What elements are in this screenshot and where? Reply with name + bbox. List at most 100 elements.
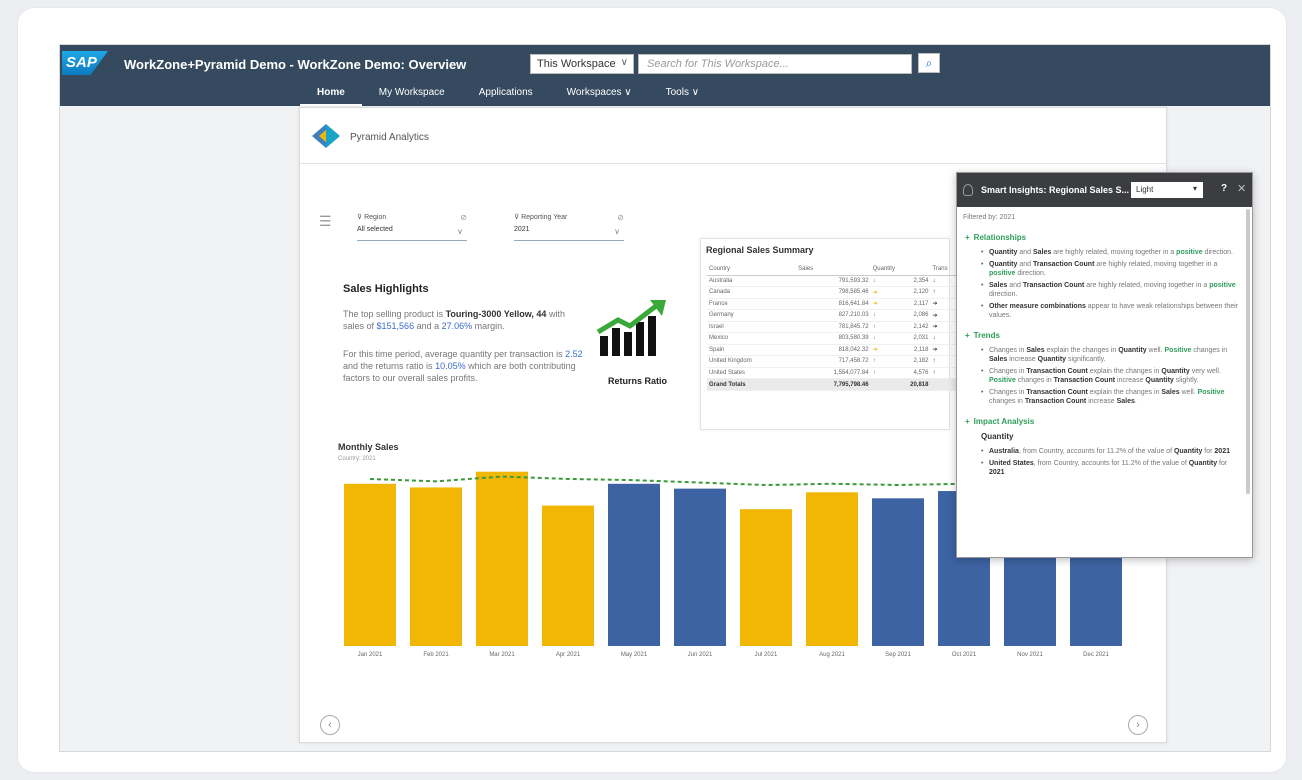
chevron-down-icon: ∨: [457, 227, 463, 236]
measure-a: Sales: [989, 282, 1008, 289]
text: for: [1202, 448, 1215, 455]
table-row[interactable]: Israel 781,845.72 ↑ 2,142 ➔: [707, 321, 967, 333]
nav-workspaces[interactable]: Workspaces ∨: [550, 87, 649, 106]
cell-quantity: 2,031: [887, 332, 931, 345]
text: and: [1017, 249, 1033, 256]
bar-apr-2021[interactable]: [542, 505, 594, 646]
nav-home[interactable]: Home: [300, 87, 362, 106]
list-item: United States, from Country, accounts fo…: [981, 459, 1239, 477]
summary-table: Country Sales Quantity Trans Australia 79…: [707, 263, 967, 391]
close-icon[interactable]: ✕: [1237, 182, 1246, 195]
highlight-paragraph-1: The top selling product is Touring-3000 …: [343, 308, 583, 332]
cell-country: Mexico: [707, 332, 797, 345]
cell-quantity: 2,117: [887, 298, 931, 310]
relationships-list: Quantity and Sales are highly related, m…: [963, 248, 1239, 320]
cell-sales: 717,458.72: [796, 355, 871, 368]
menu-icon[interactable]: ☰: [319, 213, 332, 230]
text: and: [1007, 282, 1023, 289]
text: explain the changes in: [1087, 389, 1162, 396]
help-icon[interactable]: ?: [1221, 183, 1227, 194]
region-filter[interactable]: ⊽ Region ⊘ All selected ∨: [357, 213, 467, 241]
cell-sales: 803,580.39: [796, 332, 871, 345]
table-row[interactable]: Canada 798,585.46 ➔ 2,120 ↑: [707, 286, 967, 299]
bar-jun-2021[interactable]: [674, 488, 726, 646]
cell-sales: 781,845.72: [796, 321, 871, 333]
relationships-section[interactable]: + Relationships: [965, 233, 1239, 242]
trends-section[interactable]: + Trends: [965, 331, 1239, 340]
bar-feb-2021[interactable]: [410, 487, 462, 646]
grand-total-sales: 7,795,798.46: [796, 378, 871, 391]
chevron-down-icon: ∨: [620, 57, 628, 68]
text: , from Country, accounts for 11.2% of th…: [1033, 460, 1189, 467]
text: increase: [1115, 377, 1146, 384]
cell-country: Germany: [707, 309, 797, 322]
trends-list: Changes in Sales explain the changes in …: [963, 346, 1239, 406]
clear-filter-icon[interactable]: ⊘: [460, 213, 467, 222]
col-sales[interactable]: Sales: [796, 263, 871, 276]
quantity-trend-icon: ➔: [870, 298, 888, 310]
top-product-margin: 27.06%: [441, 321, 473, 331]
text: changes in: [989, 398, 1025, 405]
smart-insights-panel: Smart Insights: Regional Sales S... Ligh…: [956, 172, 1253, 558]
measure: Transaction Count: [1026, 368, 1088, 375]
search-input[interactable]: Search for This Workspace...: [638, 54, 912, 74]
cell-sales: 791,593.32: [796, 275, 871, 287]
x-tick-label: Mar 2021: [489, 652, 515, 658]
nav-applications[interactable]: Applications: [462, 87, 550, 106]
region-filter-value: All selected: [357, 226, 393, 233]
measure: Transaction Count: [1024, 398, 1087, 405]
x-tick-label: Aug 2021: [819, 652, 845, 658]
section-title: Relationships: [973, 233, 1027, 242]
list-item: Changes in Sales explain the changes in …: [981, 346, 1239, 364]
impact-measure: Quantity: [981, 432, 1014, 441]
sap-logo[interactable]: SAP: [62, 51, 108, 75]
bar-jul-2021[interactable]: [740, 509, 792, 646]
table-row[interactable]: France 816,641.84 ➔ 2,117 ➔: [707, 298, 967, 310]
year-filter[interactable]: ⊽ Reporting Year ⊘ 2021 ∨: [514, 213, 624, 241]
year-filter-label: Reporting Year: [521, 214, 568, 221]
measure-b: Transaction Count: [1022, 282, 1085, 289]
table-row[interactable]: United States 1,554,077.84 ↑ 4,576 ↑: [707, 367, 967, 379]
table-row[interactable]: Mexico 803,580.39 ↓ 2,031 ↓: [707, 332, 967, 345]
next-page-button[interactable]: ›: [1128, 715, 1148, 735]
table-row[interactable]: Germany 827,210.03 ↓ 2,086 ➔: [707, 309, 967, 322]
measure-a: Other measure combinations: [989, 303, 1086, 310]
search-button[interactable]: ⌕: [918, 53, 940, 73]
member: Australia: [989, 448, 1019, 455]
cell-country: France: [707, 298, 797, 310]
lightbulb-icon: [963, 184, 973, 196]
direction: Positive: [989, 377, 1016, 384]
col-quantity[interactable]: Quantity: [870, 263, 931, 276]
member: Quantity: [1173, 448, 1203, 455]
x-tick-label: Apr 2021: [556, 652, 581, 658]
cell-sales: 818,042.32: [796, 344, 871, 356]
bar-aug-2021[interactable]: [806, 492, 858, 646]
text: direction.: [1202, 249, 1233, 256]
impact-section[interactable]: + Impact Analysis: [965, 417, 1239, 426]
text: are highly related, moving together in a: [1084, 282, 1210, 289]
nav-my-workspace[interactable]: My Workspace: [362, 87, 462, 106]
expand-icon: +: [965, 331, 970, 340]
cell-sales: 816,641.84: [796, 298, 871, 310]
text: explain the changes in: [1044, 347, 1119, 354]
measure: Transaction Count: [1053, 377, 1116, 384]
bar-sep-2021[interactable]: [872, 498, 924, 646]
col-country[interactable]: Country: [707, 263, 797, 276]
table-row[interactable]: Spain 818,042.32 ➔ 2,118 ➔: [707, 344, 967, 356]
impact-list: Australia , from Country, accounts for 11…: [963, 447, 1239, 477]
search-scope-select[interactable]: This Workspace ∨: [530, 54, 634, 74]
clear-filter-icon[interactable]: ⊘: [617, 213, 624, 222]
text: are highly related, moving together in a: [1094, 261, 1218, 268]
theme-select[interactable]: Light ▾: [1131, 182, 1203, 198]
table-row[interactable]: Australia 791,593.32 ↓ 2,354 ↓: [707, 275, 967, 287]
bar-mar-2021[interactable]: [476, 471, 528, 646]
bar-may-2021[interactable]: [608, 483, 660, 646]
nav-tools[interactable]: Tools ∨: [649, 87, 716, 106]
prev-page-button[interactable]: ‹: [320, 715, 340, 735]
direction: positive: [1176, 249, 1203, 256]
scrollbar[interactable]: [1246, 209, 1250, 494]
bar-jan-2021[interactable]: [344, 483, 396, 646]
table-row[interactable]: United Kingdom 717,458.72 ↑ 2,182 ↑: [707, 355, 967, 368]
quantity-trend-icon: ↓: [870, 309, 888, 322]
insights-title: Smart Insights: Regional Sales S...: [981, 185, 1130, 195]
